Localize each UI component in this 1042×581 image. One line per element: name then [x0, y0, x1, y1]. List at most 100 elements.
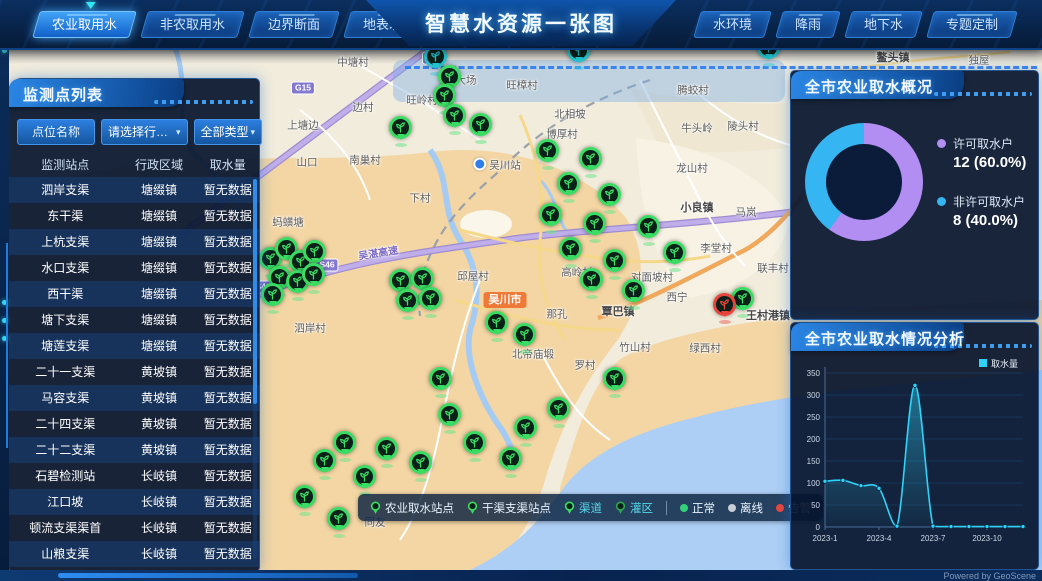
- agri-intake-station-pin[interactable]: [580, 268, 603, 291]
- tab-water-env[interactable]: 水环境: [693, 11, 772, 38]
- agri-intake-station-pin[interactable]: [637, 215, 660, 238]
- agri-intake-station-pin[interactable]: [303, 240, 326, 263]
- table-cell: 暂无数据: [197, 385, 260, 411]
- agri-intake-station-pin[interactable]: [603, 367, 626, 390]
- agri-intake-station-pin[interactable]: [557, 172, 580, 195]
- legend-item-label: 渠道: [579, 500, 602, 516]
- agri-intake-station-pin[interactable]: [313, 449, 336, 472]
- donut-chart-area: 许可取水户12 (60.0%)非许可取水户8 (40.0%): [791, 101, 1038, 241]
- table-row[interactable]: 江口坡长岐镇暂无数据: [9, 489, 259, 515]
- point-name-input[interactable]: [17, 119, 95, 145]
- agri-intake-station-pin[interactable]: [419, 287, 442, 310]
- tab-agri-water[interactable]: 农业取用水: [32, 11, 137, 38]
- map-place-label: 北帝庙塅: [512, 347, 554, 362]
- agri-intake-station-pin[interactable]: [536, 139, 559, 162]
- agri-intake-station-pin[interactable]: [333, 431, 356, 454]
- water-intake-overview-panel: 全市农业取水概况 许可取水户12 (60.0%)非许可取水户8 (40.0%): [790, 70, 1039, 320]
- table-row[interactable]: 水口支渠塘缀镇暂无数据: [9, 255, 259, 281]
- table-row[interactable]: 二十二支渠黄坡镇暂无数据: [9, 437, 259, 463]
- region-select[interactable]: 请选择行政区域 ▾: [101, 119, 188, 145]
- table-row[interactable]: 西干渠塘缀镇暂无数据: [9, 281, 259, 307]
- tab-rainfall[interactable]: 降雨: [775, 11, 841, 38]
- table-row[interactable]: 石碧检测站长岐镇暂无数据: [9, 463, 259, 489]
- svg-text:2023-10: 2023-10: [972, 534, 1002, 543]
- table-cell: 塘下支渠: [9, 307, 122, 333]
- tab-label: 非农取用水: [160, 12, 225, 37]
- agri-intake-station-pin[interactable]: [261, 283, 284, 306]
- table-row[interactable]: 顿流支渠渠首长岐镇暂无数据: [9, 515, 259, 541]
- series-name: 非许可取水户: [953, 193, 1026, 210]
- agri-intake-station-pin[interactable]: [389, 116, 412, 139]
- donut-chart: [805, 123, 923, 241]
- map-place-label: 旺樟村: [506, 78, 538, 93]
- agri-intake-station-pin[interactable]: [514, 416, 537, 439]
- table-cell: 长岐镇: [122, 463, 197, 489]
- agri-intake-station-pin[interactable]: [485, 311, 508, 334]
- agri-intake-station-pin[interactable]: [598, 183, 621, 206]
- status-legend-item: 离线: [728, 500, 763, 516]
- legend-item: 农业取水站点: [370, 500, 454, 516]
- agri-intake-station-pin[interactable]: [375, 437, 398, 460]
- panel-header: 全市农业取水情况分析: [791, 323, 1038, 353]
- panel-header: 全市农业取水概况: [791, 71, 1038, 101]
- legend-item: 干渠支渠站点: [467, 500, 551, 516]
- agri-intake-station-pin[interactable]: [293, 485, 316, 508]
- agri-intake-station-pin[interactable]: [409, 451, 432, 474]
- agri-intake-station-pin[interactable]: [622, 279, 645, 302]
- table-cell: 黄坡镇: [122, 411, 197, 437]
- panel-header: 监测点列表: [9, 79, 259, 109]
- agri-intake-station-pin[interactable]: [603, 249, 626, 272]
- agri-intake-station-pin[interactable]: [559, 237, 582, 260]
- agri-intake-station-pin[interactable]: [499, 447, 522, 470]
- agri-intake-station-pin[interactable]: [663, 241, 686, 264]
- agri-intake-station-pin[interactable]: [513, 323, 536, 346]
- tab-label: 降雨: [795, 12, 821, 37]
- map-place-label: 南巢村: [349, 153, 381, 168]
- table-row[interactable]: 二十四支渠黄坡镇暂无数据: [9, 411, 259, 437]
- agri-intake-station-pin[interactable]: [302, 263, 325, 286]
- svg-text:取水量: 取水量: [991, 358, 1018, 369]
- alarm-station-pin[interactable]: [713, 293, 736, 316]
- table-cell: 二十四支渠: [9, 411, 122, 437]
- agri-intake-station-pin[interactable]: [327, 507, 350, 530]
- agri-intake-station-pin[interactable]: [579, 147, 602, 170]
- table-row[interactable]: 塘下支渠塘缀镇暂无数据: [9, 307, 259, 333]
- table-scrollbar[interactable]: [253, 179, 257, 559]
- city-badge: 吴川市: [484, 292, 527, 308]
- series-value: 12 (60.0%): [953, 154, 1026, 171]
- agri-intake-station-pin[interactable]: [396, 289, 419, 312]
- agri-intake-station-pin[interactable]: [438, 403, 461, 426]
- status-dot-icon: [728, 504, 736, 512]
- agri-intake-station-pin[interactable]: [353, 465, 376, 488]
- table-cell: 暂无数据: [197, 489, 260, 515]
- table-cell: 东干渠: [9, 203, 122, 229]
- agri-intake-station-pin[interactable]: [469, 113, 492, 136]
- table-row[interactable]: 马容支渠黄坡镇暂无数据: [9, 385, 259, 411]
- table-cell: 长岐镇: [122, 489, 197, 515]
- agri-intake-station-pin[interactable]: [539, 203, 562, 226]
- donut-hole: [826, 144, 902, 220]
- scrollbar-thumb[interactable]: [253, 179, 257, 404]
- tab-label: 农业取用水: [52, 12, 117, 37]
- table-row[interactable]: 二十一支渠黄坡镇暂无数据: [9, 359, 259, 385]
- tab-non-agri-water[interactable]: 非农取用水: [140, 11, 245, 38]
- table-cell: 暂无数据: [197, 177, 260, 203]
- agri-intake-station-pin[interactable]: [583, 212, 606, 235]
- table-row[interactable]: 东干渠塘缀镇暂无数据: [9, 203, 259, 229]
- agri-intake-station-pin[interactable]: [443, 104, 466, 127]
- table-row[interactable]: 泗岸支渠塘缀镇暂无数据: [9, 177, 259, 203]
- type-select[interactable]: 全部类型 ▾: [194, 119, 263, 145]
- agri-intake-station-pin[interactable]: [463, 431, 486, 454]
- tab-custom-topic[interactable]: 专题定制: [926, 11, 1018, 38]
- table-cell: 水口支渠: [9, 255, 122, 281]
- active-tab-pointer-icon: [85, 2, 95, 14]
- tab-boundary-section[interactable]: 边界断面: [248, 11, 340, 38]
- table-row[interactable]: 塘莲支渠塘缀镇暂无数据: [9, 333, 259, 359]
- agri-intake-station-pin[interactable]: [429, 367, 452, 390]
- svg-text:150: 150: [807, 457, 821, 466]
- table-row[interactable]: 山粮支渠长岐镇暂无数据: [9, 541, 259, 567]
- agri-intake-station-pin[interactable]: [547, 397, 570, 420]
- table-row[interactable]: 上杭支渠塘缀镇暂无数据: [9, 229, 259, 255]
- tab-groundwater[interactable]: 地下水: [844, 11, 923, 38]
- panel-title: 全市农业取水情况分析: [805, 328, 965, 349]
